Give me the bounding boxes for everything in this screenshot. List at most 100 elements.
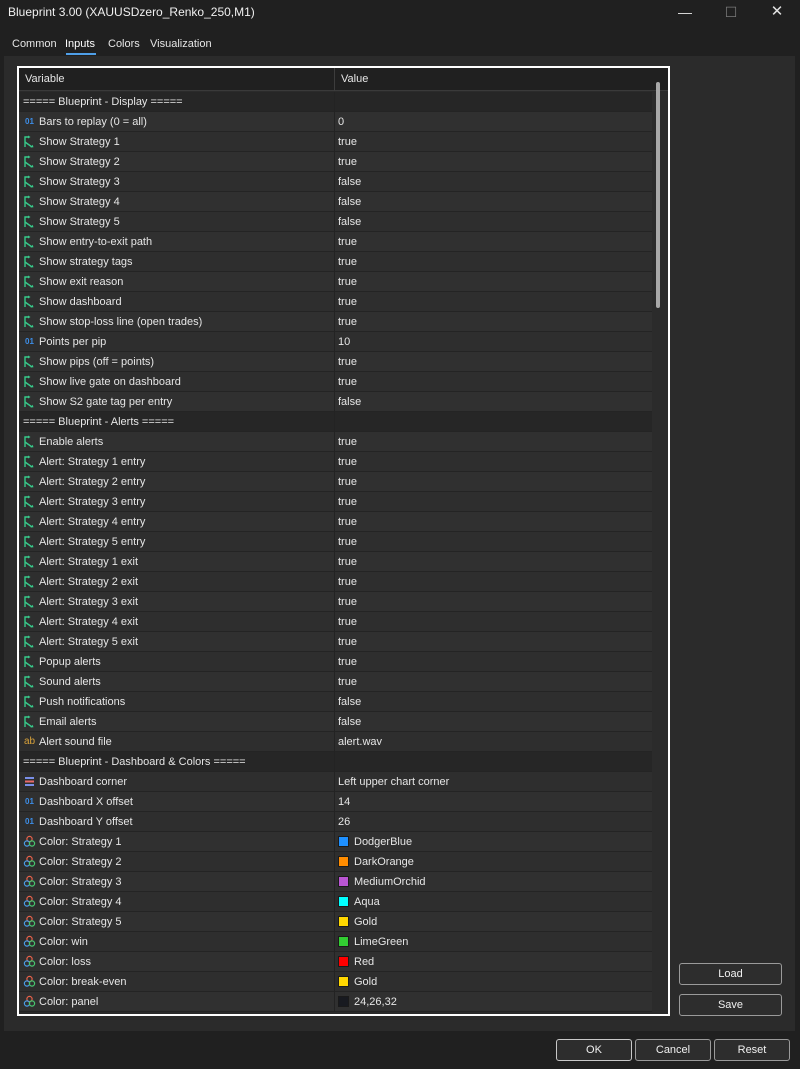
variable-value[interactable]: true bbox=[338, 656, 357, 668]
variable-value[interactable]: 0 bbox=[338, 116, 344, 128]
variable-value[interactable]: true bbox=[338, 496, 357, 508]
color-swatch[interactable] bbox=[338, 876, 349, 887]
input-row[interactable]: Show Strategy 5 false bbox=[19, 212, 652, 232]
column-divider[interactable] bbox=[334, 68, 335, 91]
load-button[interactable]: Load bbox=[679, 963, 782, 985]
variable-value[interactable]: false bbox=[338, 696, 361, 708]
variable-value[interactable]: true bbox=[338, 596, 357, 608]
color-swatch[interactable] bbox=[338, 916, 349, 927]
variable-value[interactable]: 10 bbox=[338, 336, 350, 348]
input-row[interactable]: Show Strategy 3 false bbox=[19, 172, 652, 192]
input-row[interactable]: Show Strategy 4 false bbox=[19, 192, 652, 212]
input-row[interactable]: Color: win LimeGreen bbox=[19, 932, 652, 952]
minimize-button[interactable]: — bbox=[662, 0, 708, 26]
input-row[interactable]: Show Strategy 2 true bbox=[19, 152, 652, 172]
tab-colors[interactable]: Colors bbox=[108, 38, 140, 50]
variable-value[interactable]: alert.wav bbox=[338, 736, 382, 748]
input-row[interactable]: Show S2 gate tag per entry false bbox=[19, 392, 652, 412]
tab-visualization[interactable]: Visualization bbox=[150, 38, 212, 50]
input-row[interactable]: Alert: Strategy 2 entry true bbox=[19, 472, 652, 492]
input-row[interactable]: Alert: Strategy 1 exit true bbox=[19, 552, 652, 572]
input-row[interactable]: Show stop-loss line (open trades) true bbox=[19, 312, 652, 332]
variable-value[interactable]: false bbox=[338, 196, 361, 208]
input-row[interactable]: Color: Strategy 3 MediumOrchid bbox=[19, 872, 652, 892]
input-row[interactable]: Alert: Strategy 4 entry true bbox=[19, 512, 652, 532]
variable-value[interactable]: DarkOrange bbox=[354, 856, 414, 868]
input-row[interactable]: 01 Dashboard X offset 14 bbox=[19, 792, 652, 812]
maximize-button[interactable]: ☐ bbox=[708, 0, 754, 26]
input-row[interactable]: ab Alert sound file alert.wav bbox=[19, 732, 652, 752]
variable-value[interactable]: true bbox=[338, 556, 357, 568]
input-row[interactable]: Alert: Strategy 3 exit true bbox=[19, 592, 652, 612]
input-row[interactable]: Show pips (off = points) true bbox=[19, 352, 652, 372]
color-swatch[interactable] bbox=[338, 956, 349, 967]
variable-value[interactable]: Red bbox=[354, 956, 374, 968]
input-row[interactable]: Enable alerts true bbox=[19, 432, 652, 452]
input-row[interactable]: Alert: Strategy 1 entry true bbox=[19, 452, 652, 472]
input-row[interactable]: Alert: Strategy 5 exit true bbox=[19, 632, 652, 652]
column-header-variable[interactable]: Variable bbox=[25, 73, 65, 85]
column-header-value[interactable]: Value bbox=[341, 73, 368, 85]
tab-inputs[interactable]: Inputs bbox=[65, 38, 95, 50]
input-row[interactable]: Color: break-even Gold bbox=[19, 972, 652, 992]
variable-value[interactable]: Gold bbox=[354, 976, 377, 988]
input-row[interactable]: Color: Strategy 2 DarkOrange bbox=[19, 852, 652, 872]
variable-value[interactable]: true bbox=[338, 156, 357, 168]
variable-value[interactable]: DodgerBlue bbox=[354, 836, 412, 848]
save-button[interactable]: Save bbox=[679, 994, 782, 1016]
variable-value[interactable]: MediumOrchid bbox=[354, 876, 426, 888]
variable-value[interactable]: true bbox=[338, 316, 357, 328]
grid-scrollbar[interactable] bbox=[656, 82, 660, 308]
variable-value[interactable]: true bbox=[338, 636, 357, 648]
variable-value[interactable]: 24,26,32 bbox=[354, 996, 397, 1008]
variable-value[interactable]: Aqua bbox=[354, 896, 380, 908]
variable-value[interactable]: false bbox=[338, 176, 361, 188]
color-swatch[interactable] bbox=[338, 836, 349, 847]
variable-value[interactable]: true bbox=[338, 136, 357, 148]
variable-value[interactable]: true bbox=[338, 236, 357, 248]
input-row[interactable]: Color: Strategy 1 DodgerBlue bbox=[19, 832, 652, 852]
variable-value[interactable]: true bbox=[338, 676, 357, 688]
input-row[interactable]: Alert: Strategy 5 entry true bbox=[19, 532, 652, 552]
color-swatch[interactable] bbox=[338, 936, 349, 947]
variable-value[interactable]: true bbox=[338, 356, 357, 368]
input-row[interactable]: Popup alerts true bbox=[19, 652, 652, 672]
variable-value[interactable]: false bbox=[338, 396, 361, 408]
variable-value[interactable]: 26 bbox=[338, 816, 350, 828]
color-swatch[interactable] bbox=[338, 856, 349, 867]
input-row[interactable]: Color: loss Red bbox=[19, 952, 652, 972]
input-row[interactable]: Color: Strategy 5 Gold bbox=[19, 912, 652, 932]
variable-value[interactable]: true bbox=[338, 296, 357, 308]
input-row[interactable]: Email alerts false bbox=[19, 712, 652, 732]
input-row[interactable]: Push notifications false bbox=[19, 692, 652, 712]
color-swatch[interactable] bbox=[338, 996, 349, 1007]
input-row[interactable]: Sound alerts true bbox=[19, 672, 652, 692]
input-row[interactable]: Show exit reason true bbox=[19, 272, 652, 292]
variable-value[interactable]: true bbox=[338, 436, 357, 448]
input-row[interactable]: Alert: Strategy 3 entry true bbox=[19, 492, 652, 512]
variable-value[interactable]: true bbox=[338, 376, 357, 388]
input-row[interactable]: 01 Bars to replay (0 = all) 0 bbox=[19, 112, 652, 132]
input-row[interactable]: Show entry-to-exit path true bbox=[19, 232, 652, 252]
reset-button[interactable]: Reset bbox=[714, 1039, 790, 1061]
input-row[interactable]: 01 Points per pip 10 bbox=[19, 332, 652, 352]
input-row[interactable]: Color: Strategy 4 Aqua bbox=[19, 892, 652, 912]
color-swatch[interactable] bbox=[338, 976, 349, 987]
variable-value[interactable]: false bbox=[338, 216, 361, 228]
tab-common[interactable]: Common bbox=[12, 38, 57, 50]
cancel-button[interactable]: Cancel bbox=[635, 1039, 711, 1061]
close-button[interactable]: ✕ bbox=[754, 0, 800, 26]
variable-value[interactable]: true bbox=[338, 476, 357, 488]
variable-value[interactable]: LimeGreen bbox=[354, 936, 408, 948]
variable-value[interactable]: true bbox=[338, 576, 357, 588]
ok-button[interactable]: OK bbox=[556, 1039, 632, 1061]
variable-value[interactable]: true bbox=[338, 516, 357, 528]
variable-value[interactable]: true bbox=[338, 456, 357, 468]
variable-value[interactable]: Gold bbox=[354, 916, 377, 928]
variable-value[interactable]: 14 bbox=[338, 796, 350, 808]
input-row[interactable]: Alert: Strategy 2 exit true bbox=[19, 572, 652, 592]
input-row[interactable]: 01 Dashboard Y offset 26 bbox=[19, 812, 652, 832]
variable-value[interactable]: true bbox=[338, 616, 357, 628]
input-row[interactable]: Show strategy tags true bbox=[19, 252, 652, 272]
input-row[interactable]: Show live gate on dashboard true bbox=[19, 372, 652, 392]
